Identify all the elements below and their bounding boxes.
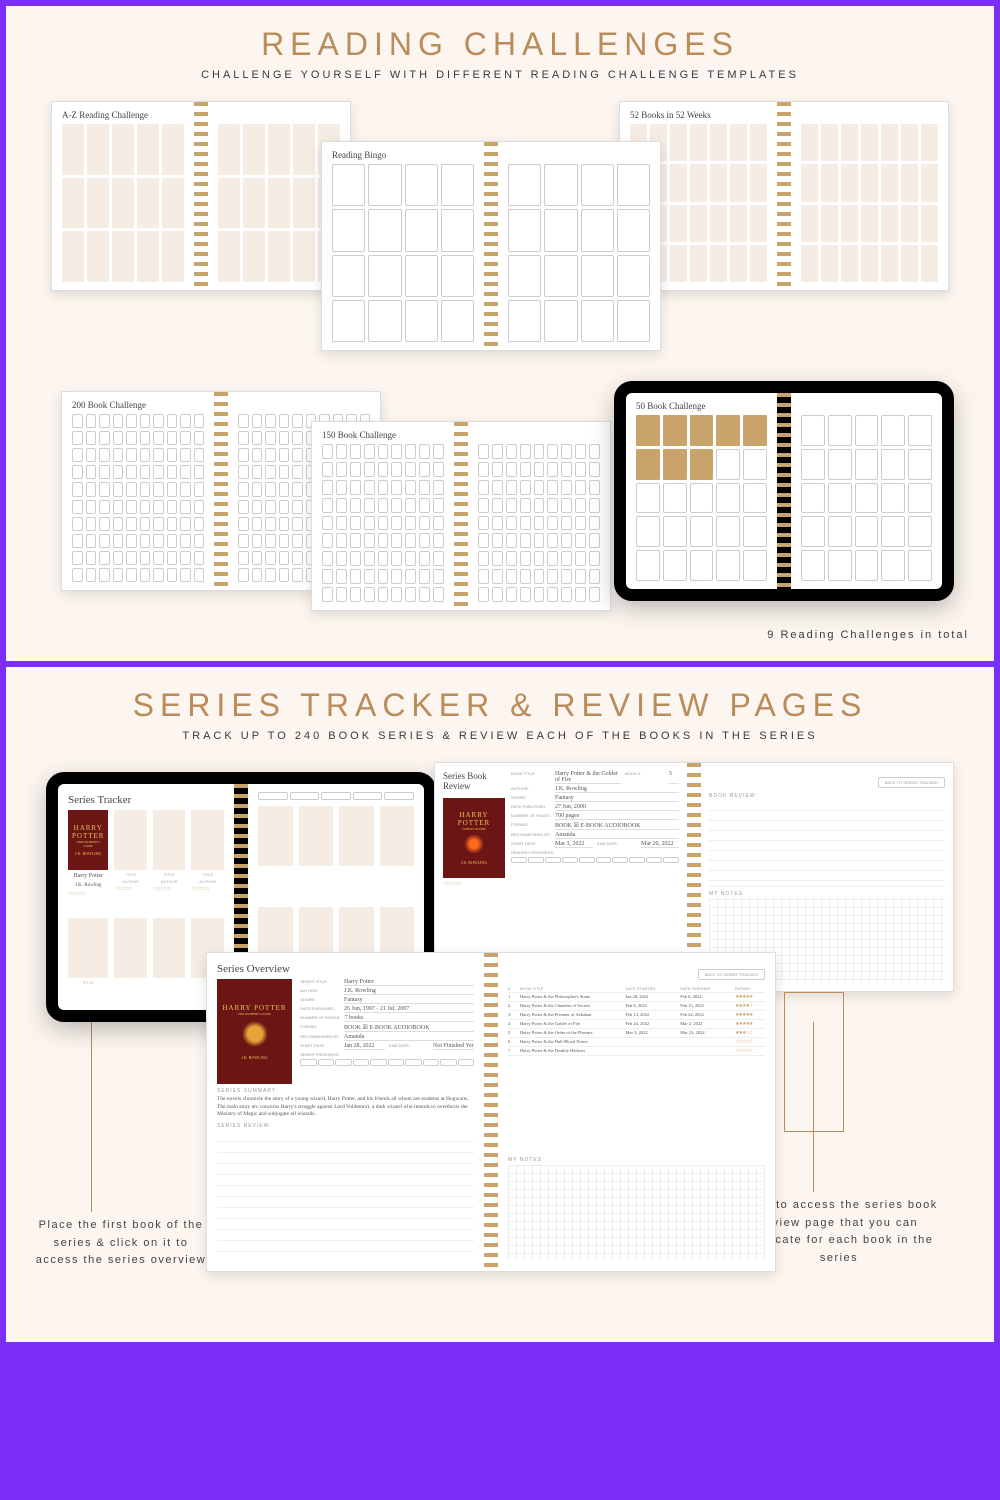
back-button[interactable]: BACK TO SERIES TRACKER <box>878 777 945 788</box>
rating-stars: ☆☆☆☆☆ <box>68 891 108 897</box>
w52-title: 52 Books in 52 Weeks <box>630 110 767 120</box>
series-collage: Series Tracker HARRY POTTER PHILOSOPHER'… <box>31 762 969 1322</box>
table-row[interactable]: 5Harry Potter & the Order of the Phoenix… <box>508 1029 765 1038</box>
review-heading: Series Book Review <box>443 771 505 791</box>
table-row[interactable]: 2Harry Potter & the Chamber of SecretsFe… <box>508 1002 765 1011</box>
tracker-slot[interactable] <box>114 810 147 870</box>
challenges-collage: A-Z Reading Challenge 52 Books <box>31 101 969 621</box>
spiral-binding-icon <box>194 102 208 290</box>
spread-50-ipad: 50 Book Challenge <box>614 381 954 601</box>
book-table: 1Harry Potter & the Philosopher's StoneJ… <box>508 993 765 1056</box>
b150-title: 150 Book Challenge <box>322 430 444 440</box>
spiral-binding-icon <box>777 393 791 589</box>
spiral-binding-icon <box>484 953 498 1271</box>
tracker-slot[interactable] <box>68 918 108 978</box>
phoenix-icon <box>464 834 484 854</box>
spread-bingo: Reading Bingo <box>321 141 661 351</box>
b50-title: 50 Book Challenge <box>636 401 767 411</box>
review-cover: HARRY POTTER GOBLET OF FIRE J.K. ROWLING <box>443 798 505 878</box>
b200-title: 200 Book Challenge <box>72 400 204 410</box>
spiral-binding-icon <box>777 102 791 290</box>
callout-line-icon <box>91 1022 92 1212</box>
panel2-subtitle: TRACK UP TO 240 BOOK SERIES & REVIEW EAC… <box>31 730 969 742</box>
tracker-slot[interactable] <box>191 810 224 870</box>
table-row[interactable]: 1Harry Potter & the Philosopher's StoneJ… <box>508 993 765 1002</box>
summary-text: The novels chronicle the story of a youn… <box>217 1096 474 1119</box>
table-row[interactable]: 4Harry Potter & the Goblet of FireFeb 24… <box>508 1020 765 1029</box>
spread-150: 150 Book Challenge <box>311 421 611 611</box>
tracker-slot[interactable] <box>153 810 186 870</box>
spiral-binding-icon <box>454 422 468 610</box>
callout-left: Place the first book of the series & cli… <box>31 1217 211 1270</box>
bingo-title: Reading Bingo <box>332 150 474 160</box>
panel1-subtitle: CHALLENGE YOURSELF WITH DIFFERENT READIN… <box>31 69 969 81</box>
spread-az: A-Z Reading Challenge <box>51 101 351 291</box>
owl-icon <box>243 1020 267 1048</box>
reading-challenges-panel: READING CHALLENGES CHALLENGE YOURSELF WI… <box>6 6 994 661</box>
panel1-title: READING CHALLENGES <box>31 26 969 63</box>
rating-stars: ☆☆☆☆☆ <box>443 881 505 887</box>
tracker-slot[interactable] <box>114 918 147 978</box>
callout-highlight-box <box>784 992 844 1132</box>
back-button[interactable]: BACK TO SERIES TRACKER <box>698 969 765 980</box>
panel1-footnote: 9 Reading Challenges in total <box>31 629 969 641</box>
spread-52weeks: 52 Books in 52 Weeks <box>619 101 949 291</box>
panel2-title: SERIES TRACKER & REVIEW PAGES <box>31 687 969 724</box>
overview-cover: HARRY POTTER PHILOSOPHER'S STONE J.K. RO… <box>217 979 292 1084</box>
series-tracker-panel: SERIES TRACKER & REVIEW PAGES TRACK UP T… <box>6 667 994 1342</box>
series-overview: Series Overview HARRY POTTER PHILOSOPHER… <box>206 952 776 1272</box>
tracker-slot[interactable] <box>153 918 186 978</box>
table-row[interactable]: 6Harry Potter & the Half-Blood Prince☆☆☆… <box>508 1038 765 1047</box>
spiral-binding-icon <box>214 392 228 590</box>
tracker-heading: Series Tracker <box>68 794 224 806</box>
overview-heading: Series Overview <box>217 963 474 975</box>
table-row[interactable]: 3Harry Potter & the Prisoner of AzkabanF… <box>508 1011 765 1020</box>
spiral-binding-icon <box>484 142 498 350</box>
az-title: A-Z Reading Challenge <box>62 110 184 120</box>
tracker-cover-1[interactable]: HARRY POTTER PHILOSOPHER'S STONE J.K. RO… <box>68 810 108 870</box>
table-row[interactable]: 7Harry Potter & the Deathly Hallows☆☆☆☆☆ <box>508 1047 765 1056</box>
